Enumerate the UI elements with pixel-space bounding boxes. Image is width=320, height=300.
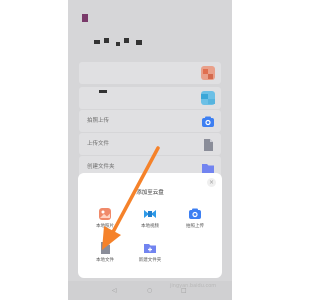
file-icon [201,137,215,151]
blurred-username [116,42,120,46]
new-folder-button[interactable]: 新建文件夹 [135,240,165,263]
local-file-button[interactable]: 本地文件 [90,240,120,263]
camera-icon [201,114,215,128]
item-label: 本地文件 [96,258,114,263]
file-icon [98,240,112,254]
camera-icon [188,206,202,220]
blurred-username [94,40,100,44]
video-icon [143,206,157,220]
blurred-username [124,38,129,43]
local-photo-button[interactable]: 本地照片 [90,206,120,229]
blurred-avatar [82,14,88,22]
list-item-label: 拍照上传 [87,118,110,124]
list-item-label: 创建文件夹 [87,164,115,170]
take-photo-upload-button[interactable]: 拍照上传 [180,206,210,229]
close-icon: × [208,179,215,186]
watermark: jingyan.baidu.com [170,283,217,289]
new-folder-icon [143,240,157,254]
local-video-button[interactable]: 本地视频 [135,206,165,229]
folder-icon [201,160,215,174]
blurred-text [99,90,107,93]
item-label: 拍照上传 [186,224,204,229]
blurred-username [136,40,142,45]
list-item-label: 上传文件 [87,141,110,147]
item-label: 本地照片 [96,224,114,229]
add-to-cloud-sheet: 添加至云盘 × 本地照片 本地视频 拍照上传 本地文件 新建文件夹 [78,173,222,278]
list-item[interactable] [79,87,221,109]
photo-icon [98,206,112,220]
home-button[interactable]: ○ [147,287,152,294]
sheet-title: 添加至云盘 [136,190,164,196]
item-label: 本地视频 [141,224,159,229]
back-button[interactable]: ◁ [112,287,117,294]
list-item[interactable] [79,62,221,84]
item-label: 新建文件夹 [138,258,162,263]
list-item-upload-file[interactable]: 上传文件 [79,133,221,155]
blurred-username [104,38,109,43]
list-item-camera-upload[interactable]: 拍照上传 [79,110,221,132]
blurred-thumbnail-icon [201,66,215,80]
blurred-thumbnail-icon [201,91,215,105]
phone-screen: 拍照上传 上传文件 创建文件夹 添加至云盘 × 本地照片 本地视频 拍照上传 本… [68,0,232,300]
close-button[interactable]: × [207,178,216,187]
